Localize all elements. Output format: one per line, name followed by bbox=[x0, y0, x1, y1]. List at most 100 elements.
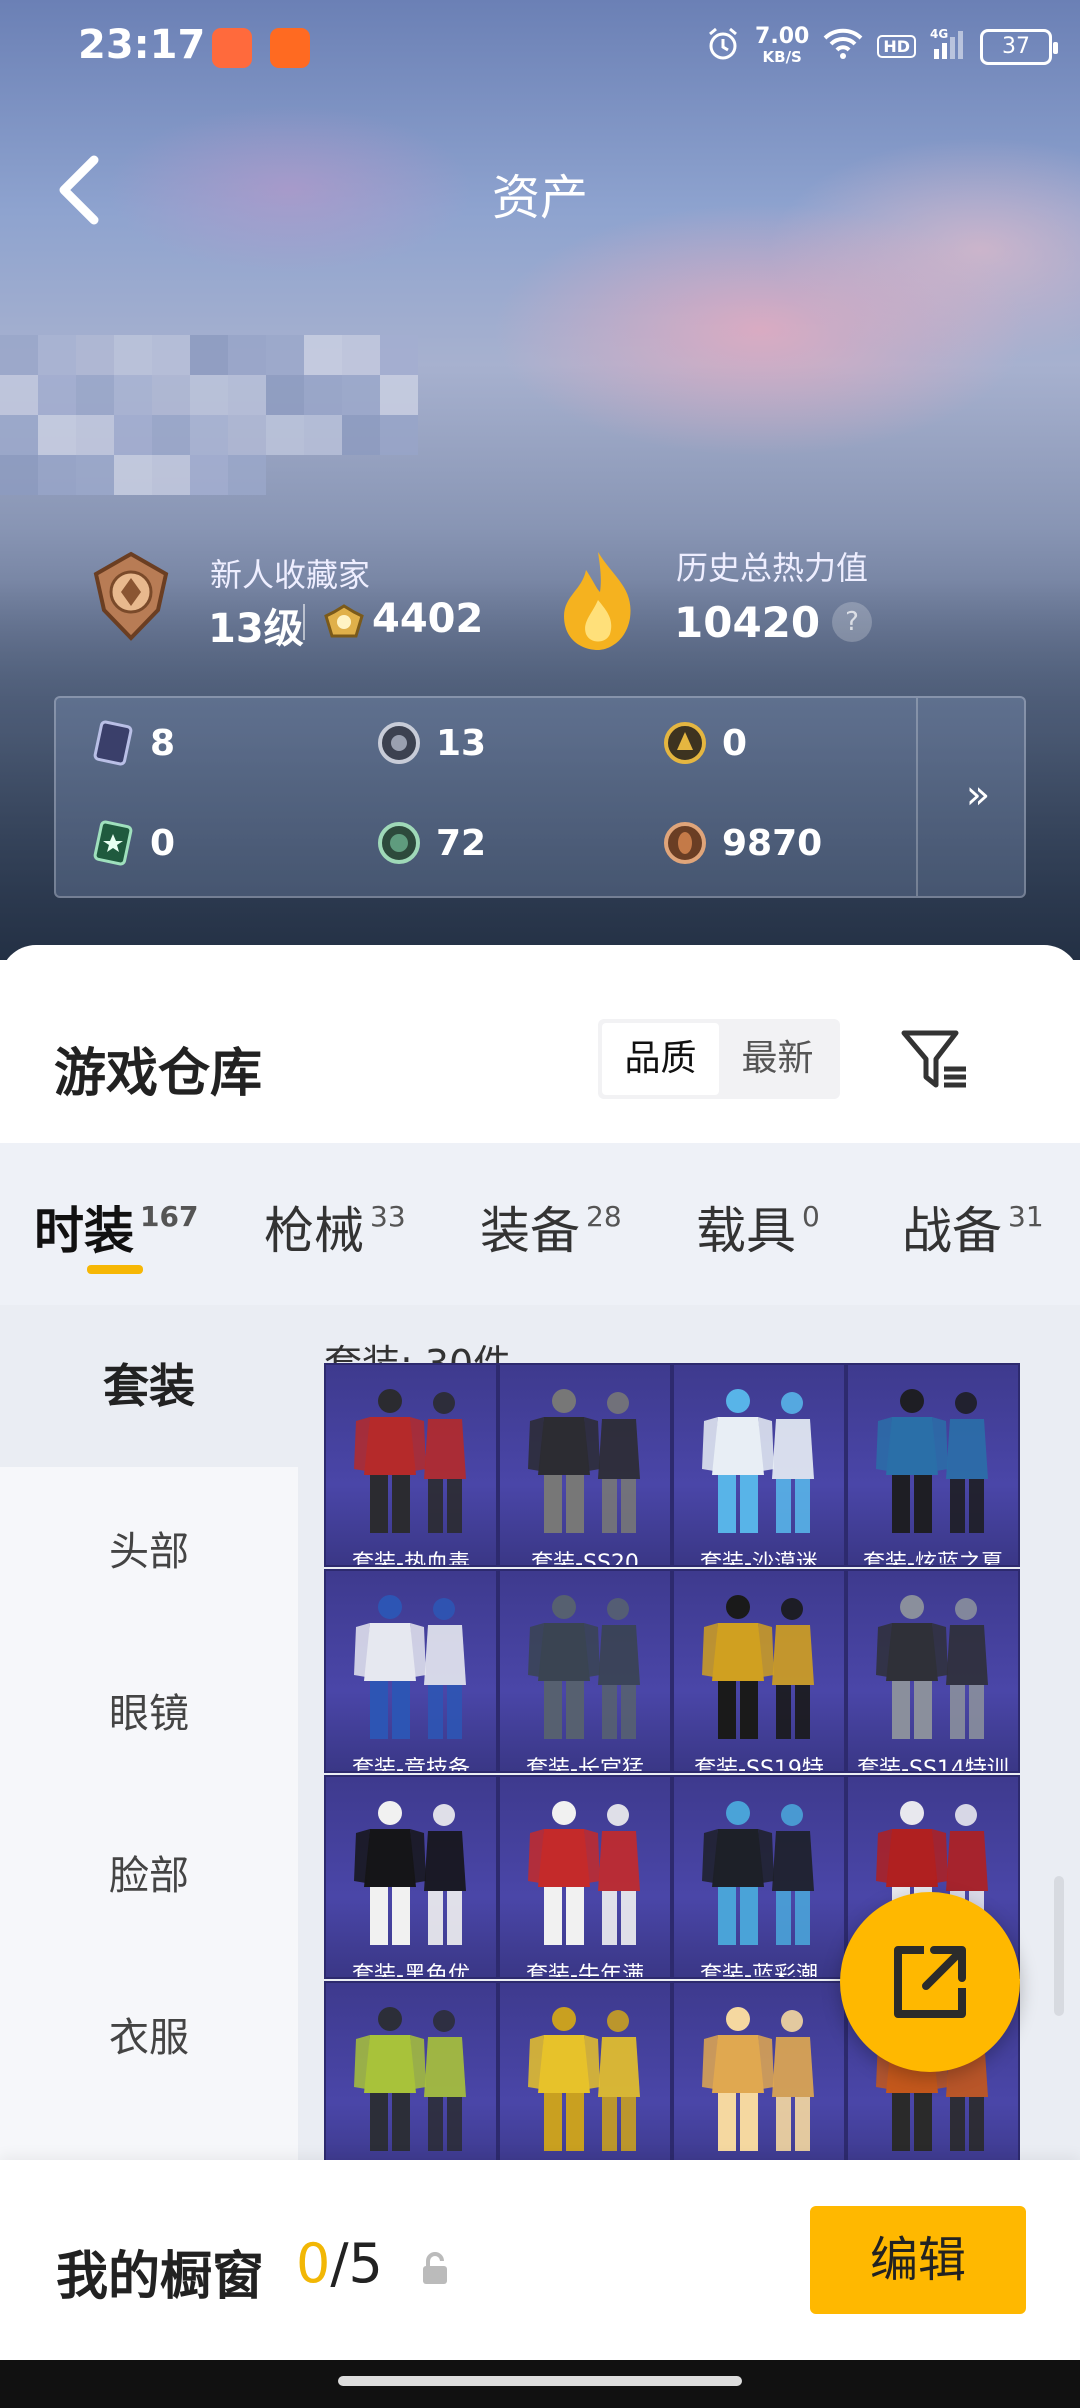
item-card[interactable]: 套装-SS14特训 bbox=[846, 1569, 1020, 1773]
rank-coin-icon bbox=[322, 602, 366, 642]
showcase-count: 0/5 bbox=[296, 2232, 383, 2295]
rank-points: 4402 bbox=[372, 596, 484, 642]
share-button[interactable] bbox=[840, 1892, 1020, 2072]
resource-item: 13 bbox=[376, 720, 486, 766]
item-card[interactable]: 套装-黑色优 bbox=[324, 1775, 498, 1979]
resource-item: 9870 bbox=[662, 820, 822, 866]
outfit-thumbnail bbox=[528, 1595, 640, 1739]
tab-firearms[interactable]: 枪械 33 bbox=[264, 1191, 406, 1263]
item-card[interactable]: 套装-竞技备 bbox=[324, 1569, 498, 1773]
item-label: 套装-蓝彩潮 bbox=[700, 1963, 818, 1979]
tab-vehicles[interactable]: 载具 0 bbox=[696, 1191, 820, 1263]
item-card[interactable]: 套装-SS19特 bbox=[672, 1569, 846, 1773]
warehouse-title: 游戏仓库 bbox=[54, 1044, 263, 1104]
sidebar-item-face[interactable]: 脸部 bbox=[0, 1843, 298, 1901]
rank-name: 新人收藏家 bbox=[210, 556, 371, 594]
sort-toggle: 品质 最新 bbox=[598, 1019, 840, 1099]
item-card[interactable]: 套装-牛年满 bbox=[498, 1775, 672, 1979]
resource-panel[interactable]: 8 13 0 0 72 9870 » bbox=[54, 696, 1026, 898]
sidebar-item-glasses[interactable]: 眼镜 bbox=[0, 1681, 298, 1739]
gold-coin-icon bbox=[664, 722, 706, 764]
resources-more-button[interactable]: » bbox=[946, 760, 1010, 830]
resource-item: 8 bbox=[90, 720, 175, 766]
item-card[interactable]: 套装- bbox=[672, 1981, 846, 2185]
sidebar-item-clothes[interactable]: 衣服 bbox=[0, 2005, 298, 2063]
item-card[interactable]: 套装- bbox=[498, 1981, 672, 2185]
sidebar-item-suits[interactable]: 套装 bbox=[0, 1305, 298, 1467]
tab-war-supplies[interactable]: 战备 31 bbox=[902, 1191, 1044, 1263]
hd-badge: HD bbox=[877, 35, 916, 58]
item-label: 套装-长官猛 bbox=[526, 1757, 644, 1773]
card-icon bbox=[93, 720, 133, 766]
sort-quality-button[interactable]: 品质 bbox=[602, 1023, 719, 1095]
resource-item: 0 bbox=[90, 820, 175, 866]
flame-icon bbox=[556, 548, 640, 652]
help-icon[interactable]: ? bbox=[832, 602, 872, 642]
item-label: 套装-SS20 bbox=[531, 1551, 639, 1567]
item-card[interactable]: 套装-沙漠迷 bbox=[672, 1363, 846, 1567]
item-label: 套装-SS14特训 bbox=[857, 1757, 1009, 1773]
signal-icon: 4G bbox=[930, 27, 966, 66]
status-bar: 23:17 7.00 KB/S HD 4G 37 bbox=[0, 0, 1080, 96]
subcategory-sidebar: 套装 头部 眼镜 脸部 衣服 bbox=[0, 1305, 298, 2235]
filter-icon bbox=[901, 1030, 966, 1088]
items-panel: 套装: 30件 套装-热血毒套装-SS20套装-沙漠迷套装-炫蓝之夏套装-竞技备… bbox=[298, 1305, 1080, 2235]
item-label: 套装-牛年满 bbox=[526, 1963, 644, 1979]
outfit-thumbnail bbox=[528, 2007, 640, 2151]
item-card[interactable]: 套装-炫蓝之夏 bbox=[846, 1363, 1020, 1567]
sidebar-item-head[interactable]: 头部 bbox=[0, 1519, 298, 1577]
item-label: 套装-沙漠迷 bbox=[700, 1551, 818, 1567]
outfit-thumbnail bbox=[354, 1595, 466, 1739]
tab-fashion[interactable]: 时装 167 bbox=[34, 1191, 198, 1263]
home-indicator[interactable] bbox=[338, 2376, 742, 2386]
outfit-thumbnail bbox=[528, 1801, 640, 1945]
heat-value: 10420 bbox=[674, 598, 821, 647]
tab-equipment[interactable]: 装备 28 bbox=[480, 1191, 622, 1263]
status-time: 23:17 bbox=[78, 22, 206, 68]
outfit-thumbnail bbox=[702, 2007, 814, 2151]
level-divider bbox=[303, 604, 305, 640]
item-card[interactable]: 套装-蓝彩潮 bbox=[672, 1775, 846, 1979]
filter-button[interactable] bbox=[900, 1027, 972, 1093]
resource-divider bbox=[916, 698, 918, 896]
item-label: 套装-SS19特 bbox=[694, 1757, 824, 1773]
item-card[interactable]: 套装-长官猛 bbox=[498, 1569, 672, 1773]
edit-button[interactable]: 编辑 bbox=[810, 2206, 1026, 2314]
silver-coin-icon bbox=[378, 722, 420, 764]
item-card[interactable]: 套装- bbox=[324, 1981, 498, 2185]
outfit-thumbnail bbox=[702, 1801, 814, 1945]
battery-indicator: 37 bbox=[980, 28, 1058, 65]
scroll-indicator bbox=[1054, 1876, 1064, 2016]
active-tab-indicator bbox=[87, 1265, 143, 1274]
rank-medal-icon bbox=[86, 548, 176, 644]
category-tabs: 时装 167 枪械 33 装备 28 载具 0 战备 31 bbox=[0, 1143, 1080, 1305]
showcase-bar: 我的橱窗 0/5 编辑 bbox=[0, 2160, 1080, 2360]
outfit-thumbnail bbox=[876, 1595, 988, 1739]
item-label: 套装-竞技备 bbox=[352, 1757, 470, 1773]
outfit-thumbnail bbox=[528, 1389, 640, 1533]
sort-latest-button[interactable]: 最新 bbox=[719, 1023, 836, 1095]
outfit-thumbnail bbox=[702, 1595, 814, 1739]
resource-item: 72 bbox=[376, 820, 486, 866]
item-card[interactable]: 套装-热血毒 bbox=[324, 1363, 498, 1567]
item-label: 套装-黑色优 bbox=[352, 1963, 470, 1979]
share-icon bbox=[894, 1946, 966, 2018]
outfit-thumbnail bbox=[354, 1801, 466, 1945]
outfit-thumbnail bbox=[876, 1389, 988, 1533]
blurred-username bbox=[0, 335, 420, 495]
hero-banner: 23:17 7.00 KB/S HD 4G 37 资产 新人收藏家 13级 44… bbox=[0, 0, 1080, 960]
heat-label: 历史总热力值 bbox=[676, 549, 869, 587]
player-level: 13级 bbox=[208, 606, 304, 652]
resource-item: 0 bbox=[662, 720, 747, 766]
green-card-icon bbox=[93, 820, 133, 866]
outfit-thumbnail bbox=[702, 1389, 814, 1533]
bronze-coin-icon bbox=[664, 822, 706, 864]
app-notification-icon bbox=[212, 28, 252, 68]
item-label: 套装-炫蓝之夏 bbox=[863, 1551, 1003, 1567]
alarm-icon bbox=[705, 26, 741, 67]
item-label: 套装-热血毒 bbox=[352, 1551, 470, 1567]
status-indicators: 7.00 KB/S HD 4G 37 bbox=[705, 25, 1058, 67]
item-card[interactable]: 套装-SS20 bbox=[498, 1363, 672, 1567]
showcase-title: 我的橱窗 bbox=[56, 2247, 265, 2307]
page-title: 资产 bbox=[491, 170, 588, 226]
